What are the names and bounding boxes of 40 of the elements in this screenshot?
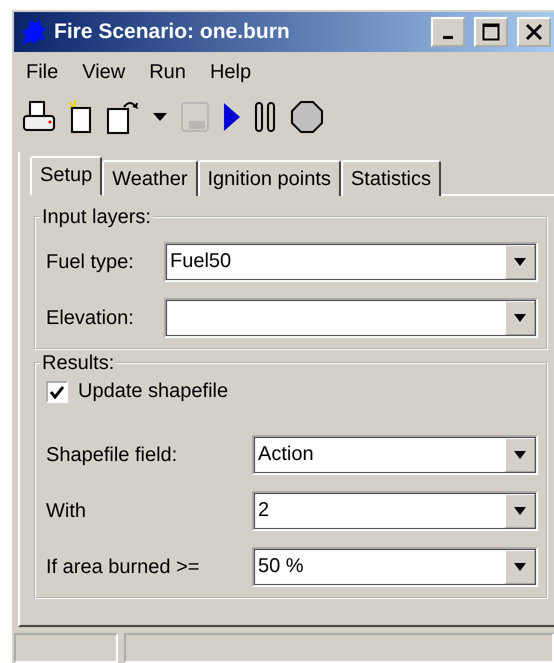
minimize-icon xyxy=(443,36,453,38)
checkbox[interactable] xyxy=(46,380,68,402)
tab[interactable]: Ignition points xyxy=(198,160,341,196)
printer-icon xyxy=(22,100,56,134)
menu-item[interactable]: Help xyxy=(200,58,266,86)
dropdown-field[interactable] xyxy=(164,298,538,338)
field-label: If area burned >= xyxy=(46,556,200,578)
field-label: Fuel type: xyxy=(46,250,135,274)
caret-icon xyxy=(512,450,528,460)
maximize-button[interactable] xyxy=(474,17,508,47)
window-title: Fire Scenario: one.burn xyxy=(54,20,291,44)
tab[interactable]: Weather xyxy=(102,160,198,196)
caret-icon xyxy=(512,313,528,323)
dropdown-field[interactable]: Action xyxy=(252,435,538,475)
caret-icon xyxy=(512,257,528,267)
dropdown-field[interactable]: Fuel50 xyxy=(164,242,538,282)
group-title: Input layers: xyxy=(40,206,153,229)
pause-icon xyxy=(254,101,278,133)
new-document-icon xyxy=(68,99,94,135)
dropdown-field[interactable]: 50 % xyxy=(252,547,538,587)
tab[interactable]: Setup xyxy=(30,156,102,196)
dropdown-field[interactable]: 2 xyxy=(252,491,538,531)
field-label: With xyxy=(46,500,87,522)
caret-icon xyxy=(512,506,528,516)
menu-item[interactable]: View xyxy=(72,58,140,86)
close-icon xyxy=(525,23,543,41)
caret-icon xyxy=(152,112,168,122)
field-label: Elevation: xyxy=(46,306,135,330)
menu-item[interactable]: Run xyxy=(139,58,200,86)
stop-icon xyxy=(290,100,324,134)
minimize-button[interactable] xyxy=(431,17,465,47)
close-button[interactable] xyxy=(517,17,551,47)
checkbox-label: Update shapefile xyxy=(78,380,228,403)
caret-icon xyxy=(512,562,528,572)
play-icon xyxy=(222,101,242,133)
menu-item[interactable]: File xyxy=(16,58,72,86)
document-arrow-icon xyxy=(106,99,140,135)
tab[interactable]: Statistics xyxy=(340,160,441,196)
maximize-icon xyxy=(482,23,500,41)
field-label: Shapefile field: xyxy=(46,444,178,466)
